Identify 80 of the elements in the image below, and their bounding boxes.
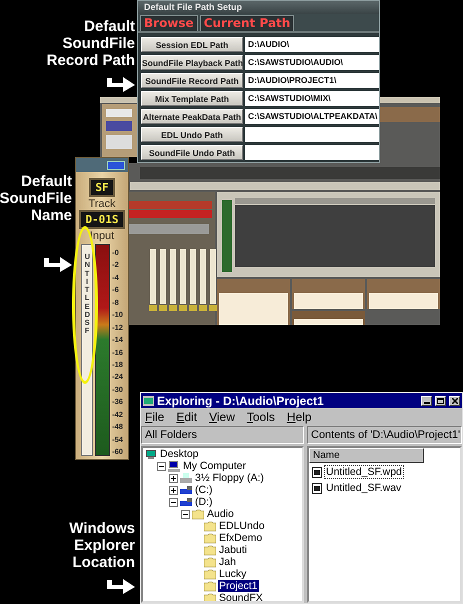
callout-label: Default SoundFile Name (0, 173, 72, 224)
menu-item[interactable]: Tools (246, 410, 275, 424)
tree-item[interactable]: (C:) (194, 484, 214, 496)
column-header[interactable]: Name (309, 448, 424, 463)
arrow-icon (107, 578, 135, 594)
file-name-entry[interactable]: Untitled_SF.wav (324, 481, 404, 495)
menu-item[interactable]: Help (286, 410, 312, 424)
folder-icon (204, 556, 216, 568)
menu-item[interactable]: File (145, 410, 164, 424)
maximize-icon (437, 398, 444, 404)
minimize-button[interactable] (421, 396, 432, 406)
disk-drive-icon (180, 496, 192, 508)
dialog-tab[interactable]: Current Path (200, 15, 294, 31)
menu-item[interactable]: Edit (176, 410, 198, 424)
desktop-icon (145, 448, 157, 460)
path-button[interactable]: Mix Template Path (141, 91, 243, 106)
path-field[interactable]: C:\SAWSTUDIO\AUDIO\ (245, 55, 379, 70)
path-button[interactable]: Alternate PeakData Path (141, 109, 243, 124)
close-icon (452, 398, 458, 404)
folder-icon (204, 544, 216, 556)
folder-icon (204, 520, 216, 532)
tree-item[interactable]: Jah (218, 556, 237, 568)
floppy-drive-icon (180, 472, 192, 484)
pane-header: All Folders (141, 426, 304, 444)
tree-item[interactable]: EDLUndo (218, 520, 266, 532)
tree-item[interactable]: EfxDemo (218, 532, 264, 544)
window-title: Exploring - D:\Audio\Project1 (157, 394, 325, 408)
tree-item[interactable]: Desktop (159, 448, 200, 460)
folder-icon (204, 592, 216, 601)
dialog-title: Default File Path Setup (138, 1, 379, 14)
path-field[interactable]: C:\SAWSTUDIO\ALTPEAKDATA\ (245, 109, 379, 124)
window-icon (143, 396, 154, 406)
computer-icon (168, 460, 180, 472)
folder-icon (204, 568, 216, 580)
tree-item[interactable]: Jabuti (218, 544, 248, 556)
tree-item[interactable]: 3½ Floppy (A:) (194, 472, 265, 484)
expand-toggle-icon[interactable] (169, 474, 178, 482)
arrow-icon (107, 76, 135, 92)
path-button[interactable]: SoundFile Record Path (141, 73, 243, 88)
dialog-tab[interactable]: Browse (140, 15, 198, 31)
folder-icon (204, 532, 216, 544)
path-button[interactable]: SoundFile Undo Path (141, 145, 243, 160)
toolbar-panel-drawing (100, 97, 137, 157)
pane-header: Contents of 'D:\Audio\Project1' (307, 426, 462, 444)
tree-item[interactable]: Audio (206, 508, 235, 520)
file-icon (312, 466, 322, 478)
track-display: D-01S (79, 210, 125, 229)
tree-item[interactable]: Project1 (218, 580, 259, 592)
callout-label: Windows Explorer Location (69, 520, 135, 571)
close-button[interactable] (449, 396, 460, 406)
file-icon (312, 482, 322, 494)
input-label: Input (90, 230, 114, 242)
tree-item[interactable]: Lucky (218, 568, 248, 580)
file-name-entry[interactable]: Untitled_SF.wpd (324, 465, 404, 479)
path-field[interactable] (245, 127, 379, 142)
path-button[interactable]: Session EDL Path (141, 37, 243, 52)
window-edge-drawing (380, 97, 440, 163)
folder-icon (192, 508, 204, 520)
source-display: SF (89, 178, 115, 197)
menu-item[interactable]: View (209, 410, 235, 424)
path-field[interactable] (245, 145, 379, 160)
disk-drive-icon (180, 484, 192, 496)
path-field[interactable]: C:\SAWSTUDIO\MIX\ (245, 91, 379, 106)
collapse-toggle-icon[interactable] (181, 510, 190, 518)
expand-toggle-icon[interactable] (169, 486, 178, 494)
folder-icon (204, 580, 216, 592)
path-button[interactable]: EDL Undo Path (141, 127, 243, 142)
tree-item[interactable]: SoundFX (218, 592, 264, 601)
arrow-icon (44, 256, 72, 272)
track-label: Track (88, 198, 116, 210)
callout-label: Default SoundFile Record Path (46, 18, 135, 69)
tree-item[interactable]: (D:) (194, 496, 214, 508)
collapse-toggle-icon[interactable] (169, 498, 178, 506)
maximize-button[interactable] (435, 396, 446, 406)
strip-button[interactable] (107, 160, 125, 170)
collapse-toggle-icon[interactable] (157, 462, 166, 470)
path-field[interactable]: D:\AUDIO\ (245, 37, 379, 52)
tree-item[interactable]: My Computer (182, 460, 248, 472)
path-field[interactable]: D:\AUDIO\PROJECT1\ (245, 73, 379, 88)
path-button[interactable]: SoundFile Playback Path (141, 55, 243, 70)
